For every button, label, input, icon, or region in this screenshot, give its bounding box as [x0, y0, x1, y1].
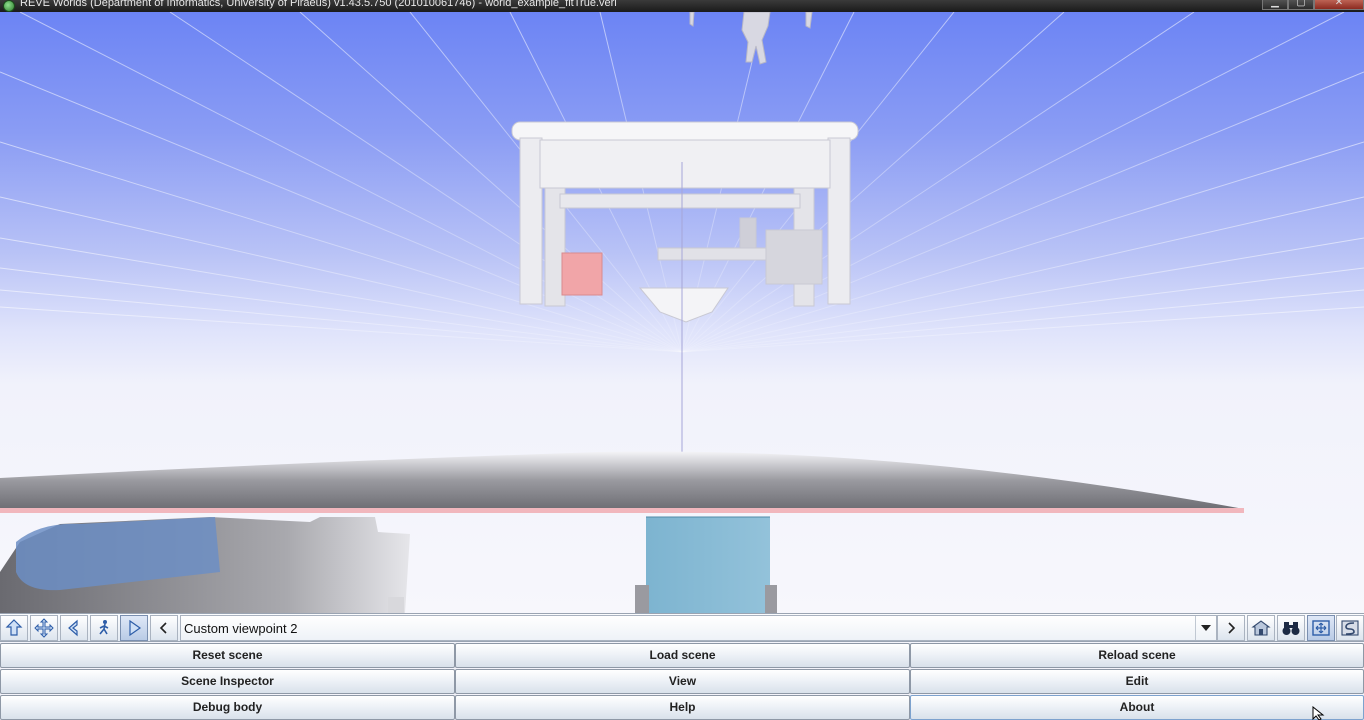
turn-icon[interactable]: [60, 615, 88, 641]
app-icon: [3, 0, 15, 12]
home-icon[interactable]: [1247, 615, 1275, 641]
view-button[interactable]: View: [455, 669, 910, 694]
load-scene-button[interactable]: Load scene: [455, 643, 910, 668]
window-title: REVE Worlds (Department of Informatics, …: [20, 0, 617, 9]
binoculars-icon[interactable]: [1277, 615, 1305, 641]
chevron-right-icon[interactable]: [1217, 615, 1245, 641]
pan-icon[interactable]: [30, 615, 58, 641]
help-button[interactable]: Help: [455, 695, 910, 720]
examine-icon[interactable]: [120, 615, 148, 641]
maximize-icon[interactable]: ▢: [1288, 0, 1314, 10]
title-bar: REVE Worlds (Department of Informatics, …: [0, 0, 1364, 12]
chair: [635, 516, 777, 613]
viewpoint-select[interactable]: Custom viewpoint 2: [180, 615, 1217, 641]
sofa: [0, 517, 410, 613]
near-table: [0, 451, 1244, 513]
navigation-bar: Custom viewpoint 2: [0, 613, 1364, 642]
viewpoint-label: Custom viewpoint 2: [184, 621, 298, 636]
scene-canvas: [0, 12, 1364, 613]
inverted-table: [511, 121, 859, 472]
chevron-down-icon[interactable]: [1195, 616, 1216, 640]
about-button[interactable]: About: [910, 695, 1364, 720]
fit-view-icon[interactable]: [1307, 615, 1335, 641]
fly-icon[interactable]: [0, 615, 28, 641]
3d-viewport[interactable]: [0, 12, 1364, 613]
mouse-cursor-icon: [1312, 706, 1325, 720]
debug-body-button[interactable]: Debug body: [0, 695, 455, 720]
chevron-left-icon[interactable]: [150, 615, 178, 641]
reload-scene-button[interactable]: Reload scene: [910, 643, 1364, 668]
scene-inspector-button[interactable]: Scene Inspector: [0, 669, 455, 694]
walk-icon[interactable]: [90, 615, 118, 641]
reset-scene-button[interactable]: Reset scene: [0, 643, 455, 668]
minimize-icon[interactable]: ▁: [1262, 0, 1288, 10]
edit-button[interactable]: Edit: [910, 669, 1364, 694]
close-icon[interactable]: ✕: [1314, 0, 1364, 10]
straighten-icon[interactable]: [1336, 615, 1364, 641]
